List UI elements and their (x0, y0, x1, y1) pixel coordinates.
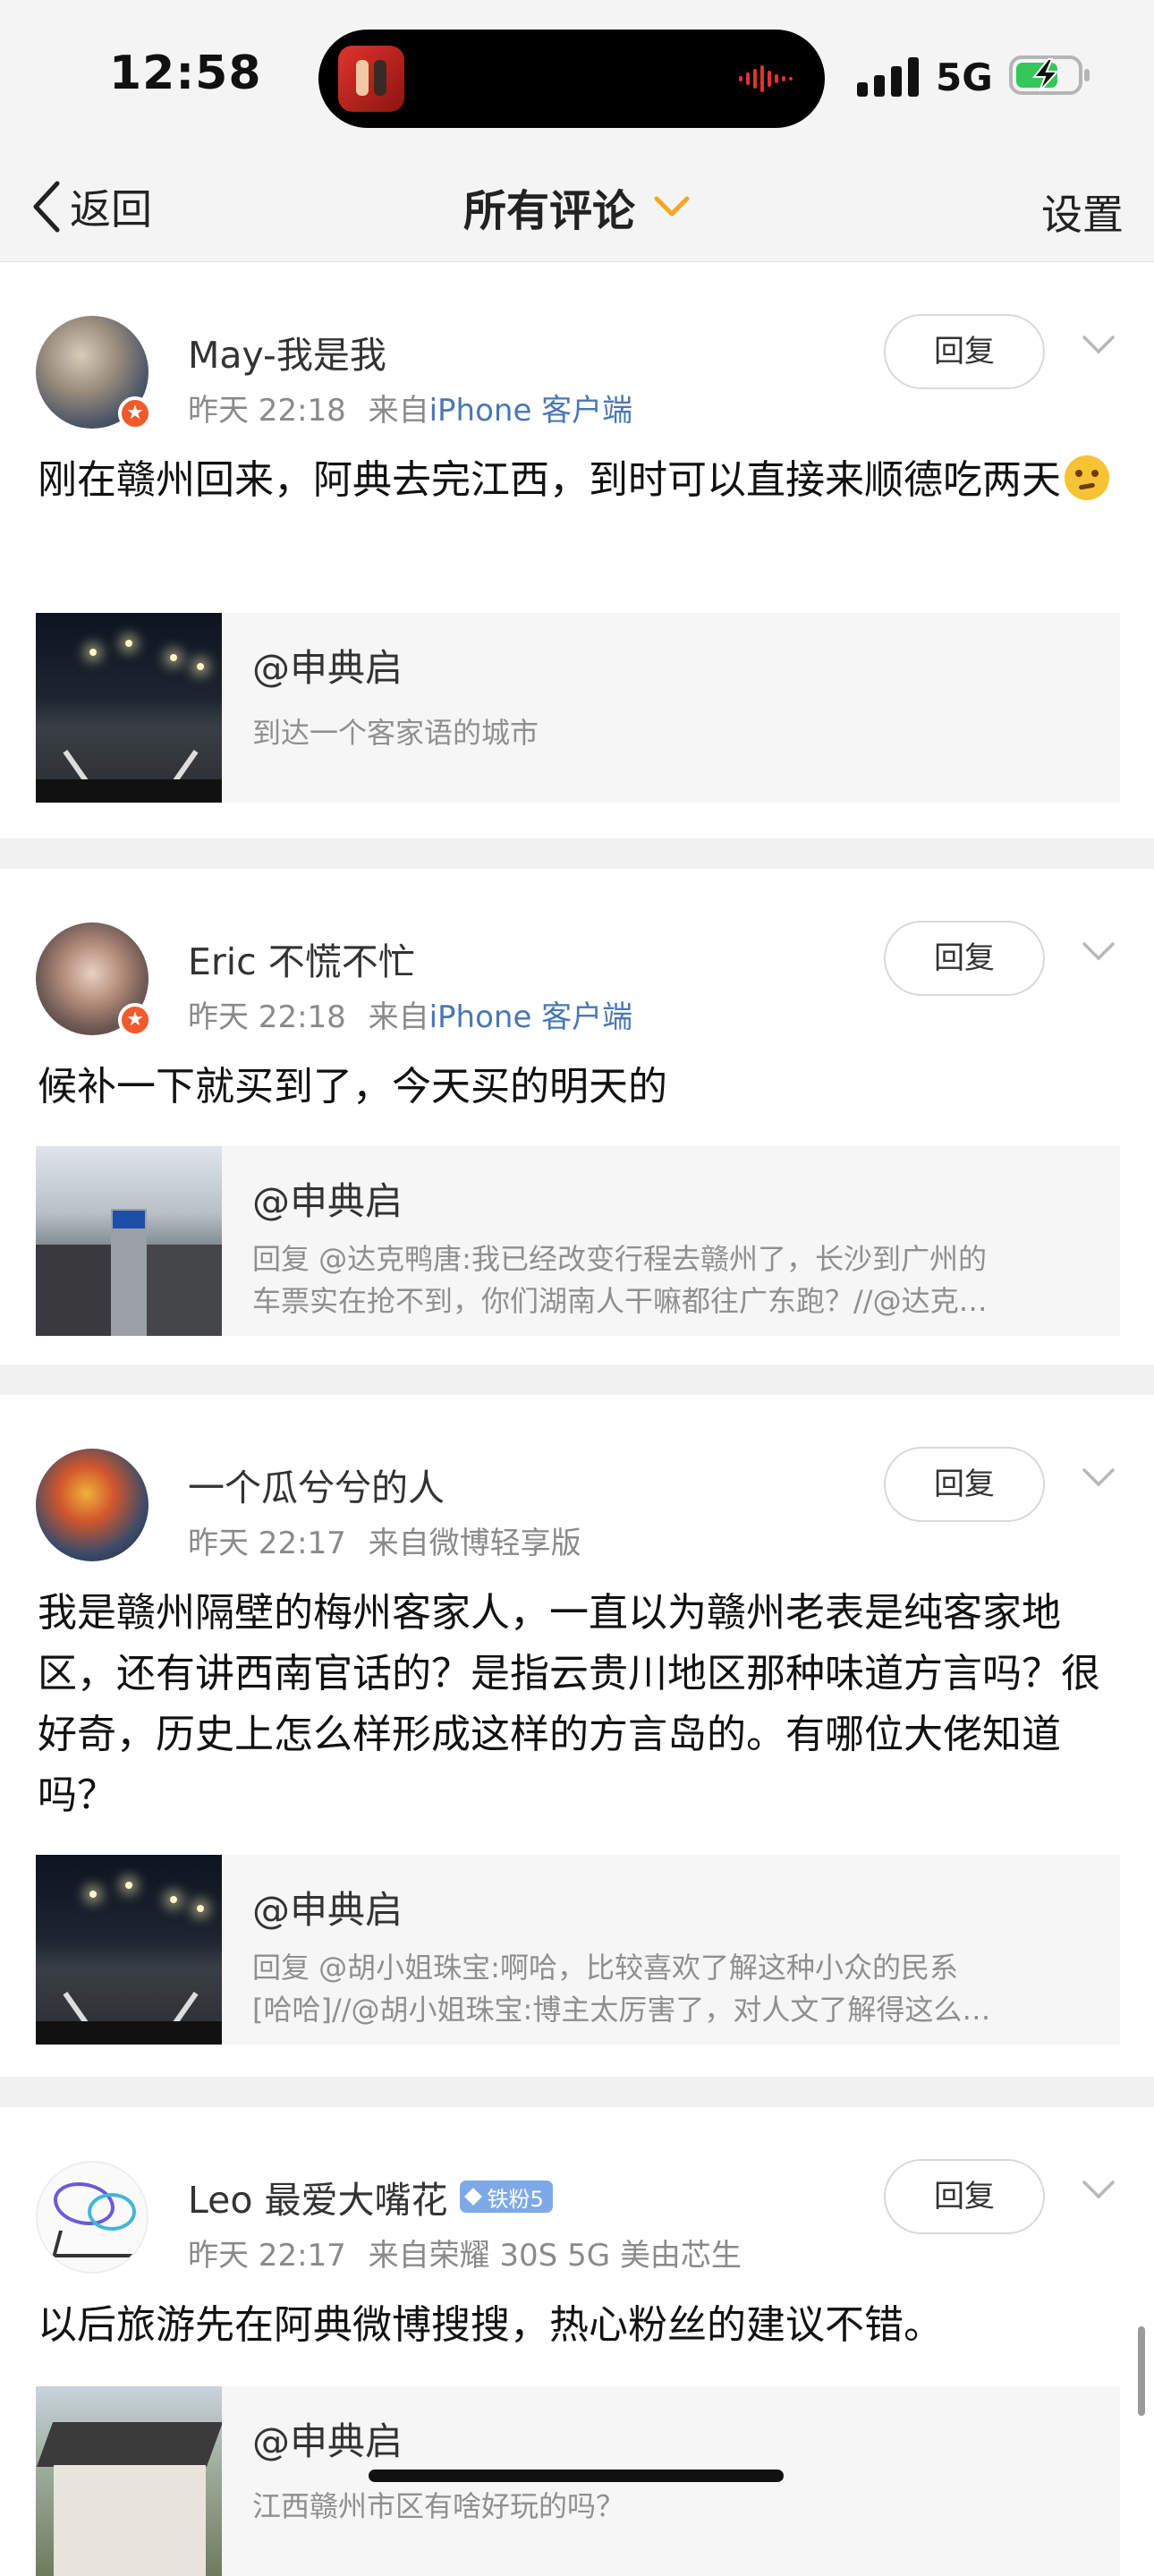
post-author: @申典启 (252, 2419, 403, 2463)
post-excerpt-line: 车票实在抢不到，你们湖南人干嘛都往广东跑？//@达克… (252, 1284, 988, 1318)
comment-text: 我是赣州隔壁的梅州客家人，一直以为赣州老表是纯客家地区，还有讲西南官话的？是指云… (38, 1583, 1120, 1826)
thinking-emoji-icon (1065, 455, 1109, 500)
comment-filter-dropdown[interactable]: 所有评论 (463, 175, 691, 238)
back-label: 返回 (70, 185, 152, 234)
comment-body: 以后旅游先在阿典微博搜搜，热心粉丝的建议不错。 (38, 2302, 943, 2348)
chevron-left-icon (33, 181, 60, 233)
post-excerpt-line: [哈哈]//@胡小姐珠宝:博主太厉害了，对人文了解得这么… (252, 1993, 991, 2027)
original-post-card[interactable]: @申典启 回复 @胡小姐珠宝:啊哈，比较喜欢了解这种小众的民系 [哈哈]//@胡… (36, 1855, 1120, 2045)
post-excerpt-line: 回复 @胡小姐珠宝:啊哈，比较喜欢了解这种小众的民系 (252, 1951, 958, 1985)
post-excerpt: 回复 @达克鸭唐:我已经改变行程去赣州了，长沙到广州的 车票实在抢不到，你们湖南… (252, 1238, 1111, 1322)
post-author: @申典启 (252, 1179, 403, 1223)
post-thumbnail (36, 1146, 222, 1336)
chevron-down-icon[interactable] (1081, 1467, 1116, 1490)
original-post-card[interactable]: @申典启 到达一个客家语的城市 (36, 613, 1120, 803)
nav-bar: 返回 所有评论 设置 (0, 152, 1154, 263)
fan-level-label: 铁粉5 (487, 2186, 544, 2212)
live-activity-app-icon[interactable] (338, 46, 404, 112)
comment-feed[interactable]: ★ May-我是我 昨天 22:18 来自iPhone 客户端 回复 刚在赣州回… (0, 262, 1154, 2576)
verified-badge-icon: ★ (118, 396, 152, 430)
username[interactable]: May-我是我 (188, 325, 386, 378)
audio-wave-icon (739, 65, 793, 92)
post-thumbnail (36, 2386, 222, 2576)
comment-source[interactable]: iPhone 客户端 (429, 393, 633, 429)
comment-time: 昨天 22:17 (188, 2238, 346, 2274)
comment-meta: 昨天 22:17 来自微博轻享版 (188, 1518, 581, 1562)
post-excerpt-line: 到达一个客家语的城市 (252, 716, 539, 750)
comment-item: ★ May-我是我 昨天 22:18 来自iPhone 客户端 回复 刚在赣州回… (0, 262, 1154, 838)
source-prefix: 来自 (368, 999, 429, 1035)
fan-level-badge: 铁粉5 (460, 2181, 553, 2213)
post-excerpt: 回复 @胡小姐珠宝:啊哈，比较喜欢了解这种小众的民系 [哈哈]//@胡小姐珠宝:… (252, 1947, 1111, 2031)
comment-time: 昨天 22:18 (188, 999, 346, 1035)
scrollbar[interactable] (1138, 2326, 1145, 2416)
battery-charging-icon (1009, 55, 1090, 95)
reply-button[interactable]: 回复 (884, 1447, 1045, 1522)
status-bar: 12:58 5G (0, 0, 1154, 152)
comment-source[interactable]: 微博轻享版 (429, 1526, 581, 1561)
network-type: 5G (936, 55, 993, 99)
chevron-down-icon[interactable] (1081, 334, 1116, 357)
comment-time: 昨天 22:18 (188, 393, 346, 429)
home-indicator[interactable] (369, 2470, 784, 2482)
avatar[interactable] (36, 1449, 148, 1561)
post-excerpt-line: 江西赣州市区有啥好玩的吗？ (252, 2489, 625, 2523)
comment-item: ★ Eric 不慌不忙 昨天 22:18 来自iPhone 客户端 回复 候补一… (0, 869, 1154, 1365)
page-title: 所有评论 (462, 186, 635, 236)
divider (0, 1365, 1154, 1395)
chevron-down-icon[interactable] (1081, 2179, 1116, 2202)
avatar[interactable] (36, 2161, 148, 2274)
comment-item: 一个瓜兮兮的人 昨天 22:17 来自微博轻享版 回复 我是赣州隔壁的梅州客家人… (0, 1395, 1154, 2077)
divider (0, 2077, 1154, 2107)
reply-button[interactable]: 回复 (884, 2159, 1045, 2234)
chevron-down-icon[interactable] (1081, 940, 1116, 964)
source-prefix: 来自 (368, 393, 429, 429)
post-thumbnail (36, 1855, 222, 2045)
comment-text: 以后旅游先在阿典微博搜搜，热心粉丝的建议不错。 (38, 2295, 1120, 2356)
original-post-card[interactable]: @申典启 回复 @达克鸭唐:我已经改变行程去赣州了，长沙到广州的 车票实在抢不到… (36, 1146, 1120, 1336)
post-excerpt: 到达一个客家语的城市 (252, 712, 1111, 754)
diamond-icon (464, 2188, 483, 2206)
comment-text: 候补一下就买到了，今天买的明天的 (38, 1057, 1120, 1118)
source-prefix: 来自 (368, 1526, 429, 1561)
comment-meta: 昨天 22:17 来自荣耀 30S 5G 美由芯生 (188, 2231, 742, 2274)
comment-body: 刚在赣州回来，阿典去完江西，到时可以直接来顺德吃两天 (38, 457, 1061, 503)
back-button[interactable]: 返回 (30, 175, 152, 238)
comment-meta: 昨天 22:18 来自iPhone 客户端 (188, 386, 632, 429)
status-time: 12:58 (109, 47, 262, 100)
comment-meta: 昨天 22:18 来自iPhone 客户端 (188, 992, 632, 1036)
username[interactable]: Eric 不慌不忙 (188, 931, 415, 985)
cellular-signal-icon (857, 57, 919, 97)
post-excerpt: 江西赣州市区有啥好玩的吗？ (252, 2486, 1111, 2528)
reply-button[interactable]: 回复 (884, 314, 1045, 389)
comment-body: 我是赣州隔壁的梅州客家人，一直以为赣州老表是纯客家地区，还有讲西南官话的？是指云… (38, 1590, 1100, 1818)
post-author: @申典启 (252, 646, 403, 690)
comment-item: Leo 最爱大嘴花 铁粉5 昨天 22:17 来自荣耀 30S 5G 美由芯生 … (0, 2107, 1154, 2576)
post-thumbnail (36, 613, 222, 803)
reply-button[interactable]: 回复 (884, 921, 1045, 996)
comment-source[interactable]: iPhone 客户端 (429, 999, 633, 1035)
settings-button[interactable]: 设置 (1041, 183, 1124, 242)
username[interactable]: 一个瓜兮兮的人 (188, 1458, 445, 1511)
comment-source[interactable]: 荣耀 30S 5G 美由芯生 (429, 2238, 742, 2274)
username[interactable]: Leo 最爱大嘴花 (188, 2170, 447, 2223)
post-excerpt-line: 回复 @达克鸭唐:我已经改变行程去赣州了，长沙到广州的 (252, 1242, 987, 1276)
post-author: @申典启 (252, 1888, 403, 1932)
comment-body: 候补一下就买到了，今天买的明天的 (38, 1064, 667, 1109)
dynamic-island[interactable] (318, 30, 825, 128)
source-prefix: 来自 (368, 2238, 429, 2274)
comment-time: 昨天 22:17 (188, 1526, 346, 1561)
chevron-down-icon (654, 196, 690, 217)
comment-text: 刚在赣州回来，阿典去完江西，到时可以直接来顺德吃两天 (38, 450, 1120, 511)
divider (0, 838, 1154, 869)
verified-badge-icon: ★ (118, 1003, 152, 1037)
